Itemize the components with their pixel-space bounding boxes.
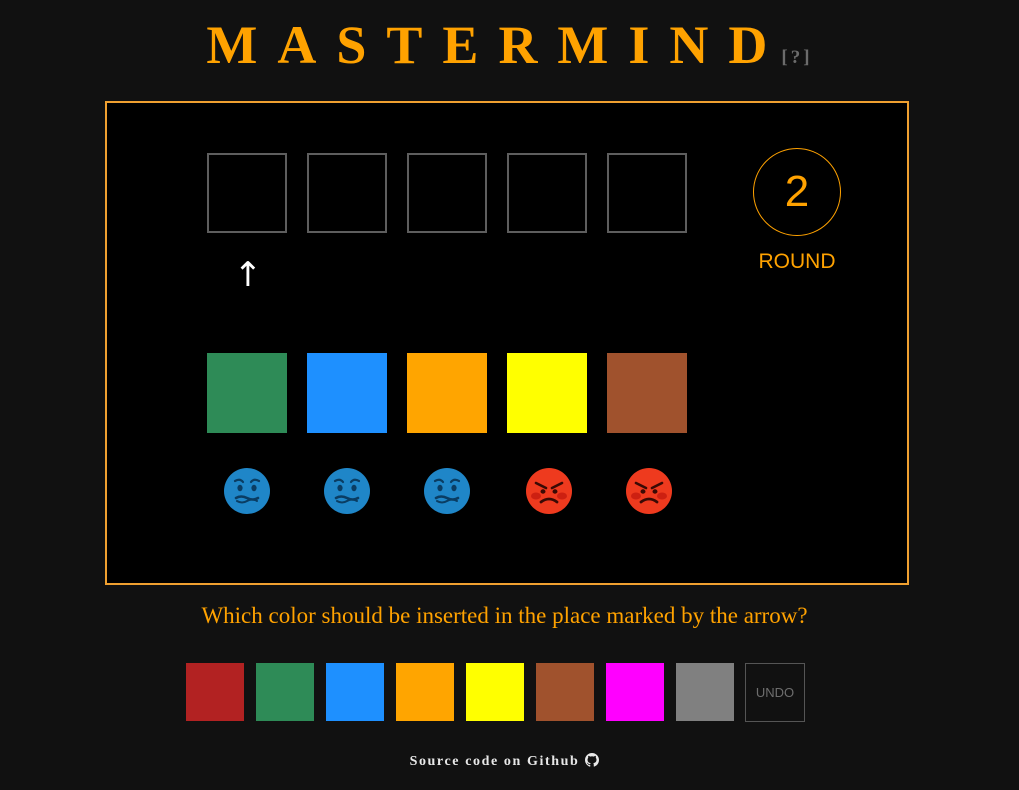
history-swatch-5 [607, 353, 687, 433]
guess-slot-5[interactable] [607, 153, 687, 233]
help-link[interactable]: [?] [781, 47, 812, 69]
feedback-4 [525, 467, 573, 515]
palette-color-yellow[interactable] [466, 663, 524, 721]
round-counter: 2 [753, 148, 841, 236]
feedback-1 [223, 467, 271, 515]
guess-slot-2[interactable] [307, 153, 387, 233]
angry-face-icon [526, 468, 572, 514]
palette-color-orange[interactable] [396, 663, 454, 721]
header: MASTERMIND[?] [0, 14, 1019, 76]
undo-button[interactable]: UNDO [745, 663, 805, 722]
angry-face-icon [626, 468, 672, 514]
round-label: ROUND [758, 250, 836, 273]
github-link-label: Source code on Github [409, 754, 580, 769]
feedback-5 [625, 467, 673, 515]
palette-color-blue[interactable] [326, 663, 384, 721]
feedback-3 [423, 467, 471, 515]
github-icon [585, 753, 600, 772]
cold-face-icon [324, 468, 370, 514]
guess-slot-3[interactable] [407, 153, 487, 233]
palette-color-magenta[interactable] [606, 663, 664, 721]
cold-face-icon [424, 468, 470, 514]
cold-face-icon [224, 468, 270, 514]
history-swatch-3 [407, 353, 487, 433]
palette-color-gray[interactable] [676, 663, 734, 721]
github-link[interactable]: Source code on Github [409, 753, 600, 772]
up-arrow-icon: ↑ [233, 255, 263, 295]
question-text: Which color should be inserted in the pl… [201, 603, 808, 628]
history-swatch-4 [507, 353, 587, 433]
guess-slot-4[interactable] [507, 153, 587, 233]
feedback-2 [323, 467, 371, 515]
guess-slot-1[interactable] [207, 153, 287, 233]
history-swatch-2 [307, 353, 387, 433]
footer: Source code on Github [0, 752, 1009, 772]
page-title: MASTERMIND [206, 15, 788, 75]
history-swatch-1 [207, 353, 287, 433]
game-board: ↑ 2 ROUND [105, 101, 909, 585]
palette-color-brown[interactable] [536, 663, 594, 721]
palette-color-green[interactable] [256, 663, 314, 721]
palette-color-red[interactable] [186, 663, 244, 721]
